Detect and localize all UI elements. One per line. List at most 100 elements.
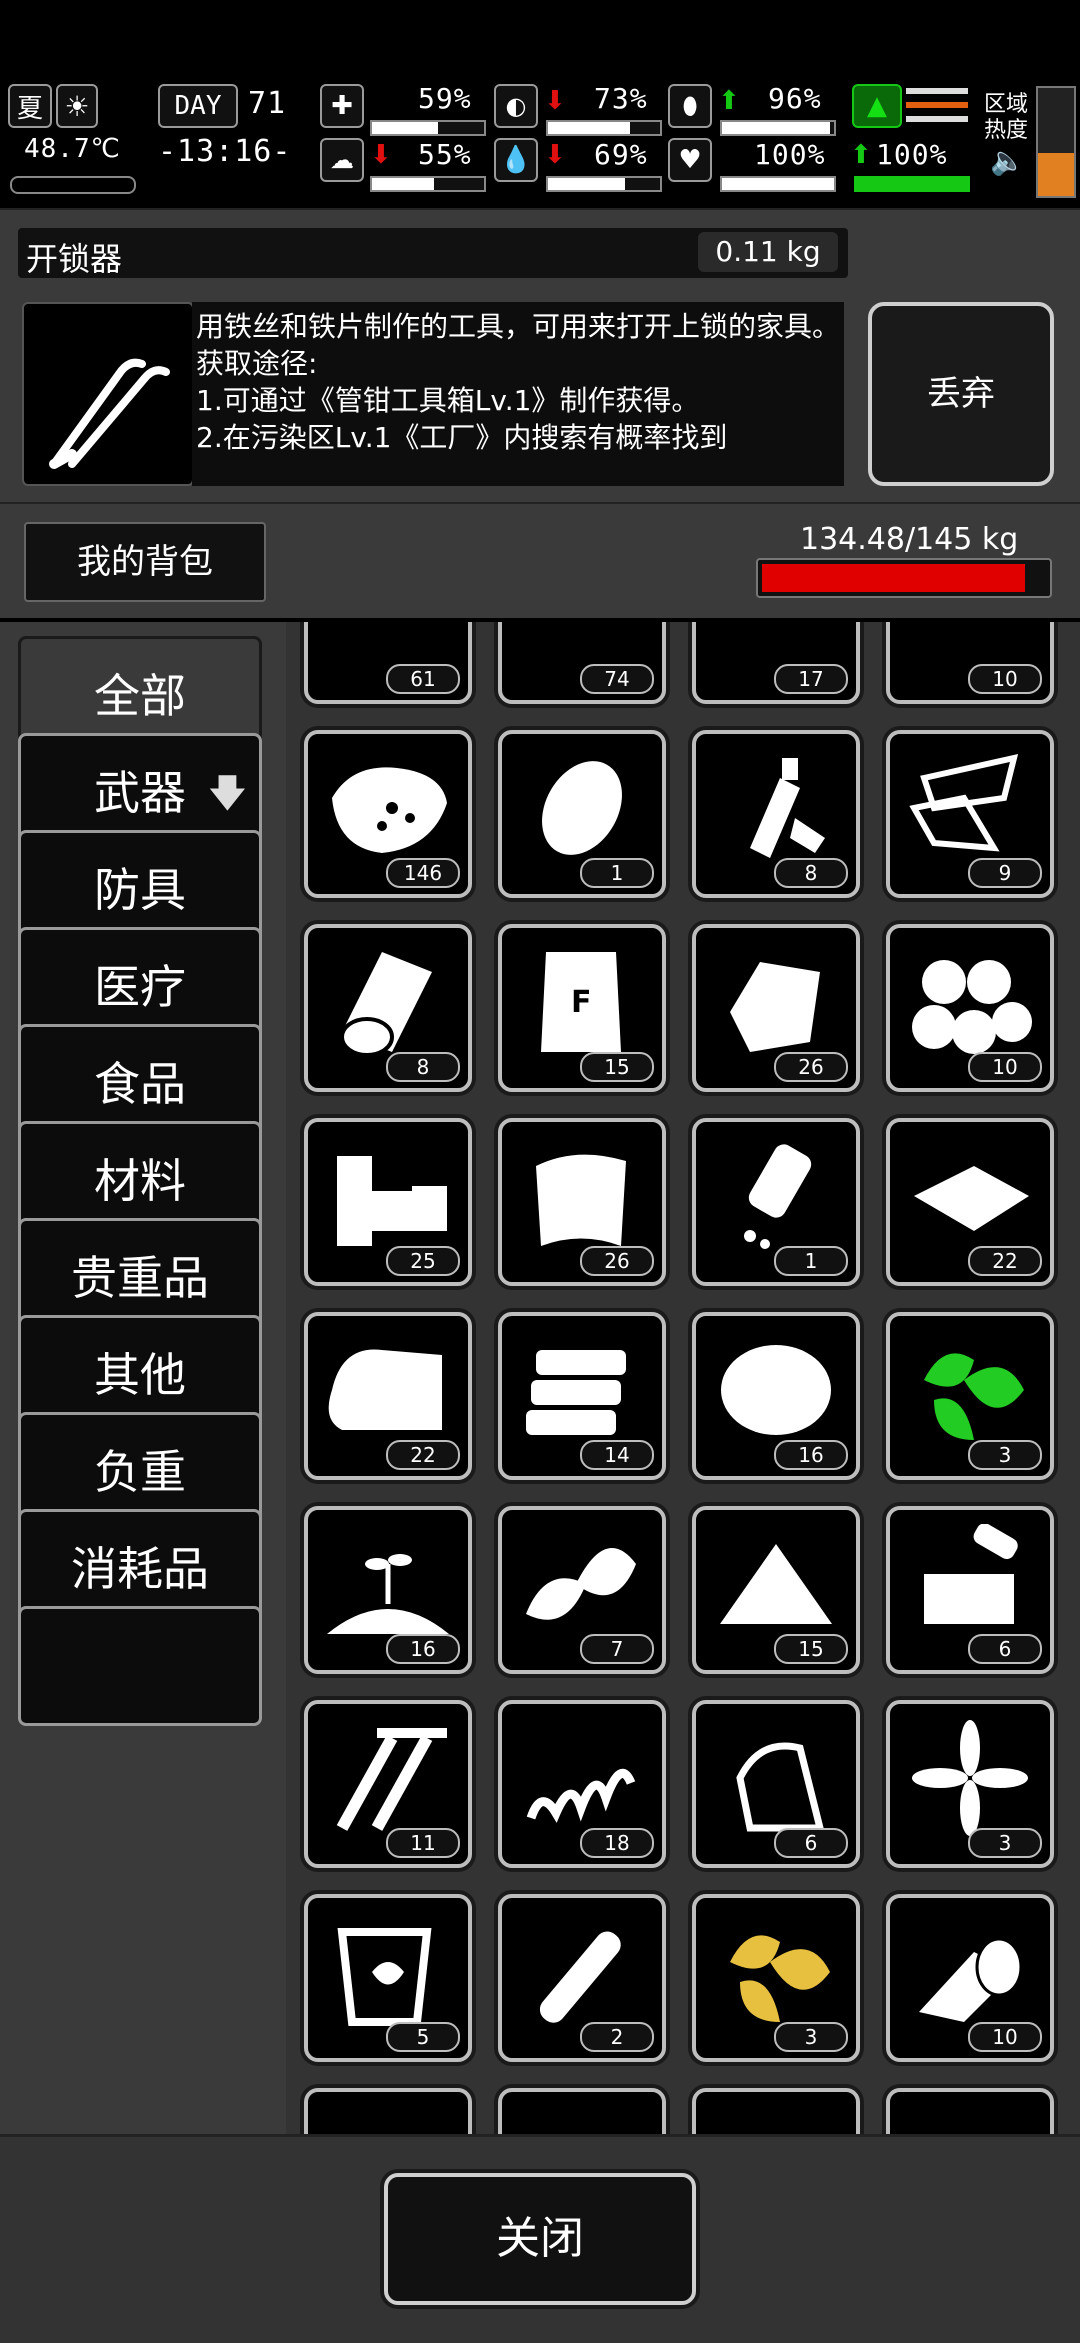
stat-fatigue-bar xyxy=(854,176,970,192)
item-count: 3 xyxy=(968,1440,1042,1470)
inventory-slot[interactable]: 9 xyxy=(886,730,1054,898)
inventory-slot[interactable]: 61 xyxy=(304,622,472,704)
stat-stamina-up-icon: ⬆ xyxy=(718,86,740,116)
item-count: 61 xyxy=(386,664,460,694)
inventory-slot[interactable]: 8 xyxy=(692,730,860,898)
inventory-slot[interactable]: 1 xyxy=(498,730,666,898)
inventory-slot[interactable]: 3 xyxy=(886,1700,1054,1868)
inventory-slot[interactable]: 16 xyxy=(692,1312,860,1480)
category-label: 食品 xyxy=(94,1057,186,1111)
discard-button[interactable]: 丢弃 xyxy=(868,302,1054,486)
inventory-slot[interactable]: 18 xyxy=(498,1700,666,1868)
medkit-icon: ✚ xyxy=(320,84,364,128)
category-label: 全部 xyxy=(94,669,186,723)
inventory-slot[interactable]: 3 xyxy=(692,1894,860,2062)
scrap-metal-icon xyxy=(710,942,842,1062)
iron-icon xyxy=(710,1718,842,1838)
inventory-slot[interactable] xyxy=(498,2088,666,2134)
electronic-parts-icon xyxy=(904,1523,1036,1644)
brain-icon: ☁ xyxy=(320,138,364,182)
item-detail-panel: 开锁器 0.11 kg 用铁丝和铁片制作的工具，可用来打开上锁的家具。 获取途径… xyxy=(0,208,1080,504)
area-heat-meter xyxy=(1036,86,1076,198)
backpack-title: 我的背包 xyxy=(24,522,266,602)
status-bar: 夏 ☀ 48.7℃ DAY 71 -13:16- ✚ 59% ☁ ⬇ 55% ◐… xyxy=(0,72,1080,202)
category-tab[interactable] xyxy=(18,1606,262,1726)
towel-icon xyxy=(322,1330,454,1450)
stat-stamina-bar xyxy=(720,120,836,136)
item-name-bar: 开锁器 0.11 kg xyxy=(18,228,848,278)
stat-fatigue-value: 100% xyxy=(876,138,948,171)
item-count: 26 xyxy=(774,1052,848,1082)
inventory-slot[interactable]: 8 xyxy=(304,924,472,1092)
item-count: 146 xyxy=(386,858,460,888)
potato-icon xyxy=(516,748,648,868)
stat-thirst-bar xyxy=(546,176,662,192)
stat-hunger-down-icon: ⬇ xyxy=(544,86,566,116)
stat-heart-bar xyxy=(720,176,836,192)
inventory-slot[interactable]: 25 xyxy=(304,1118,472,1286)
inventory-slot[interactable]: 22 xyxy=(304,1312,472,1480)
yellow-herb-icon xyxy=(710,1912,842,2032)
inventory-slot[interactable]: 17 xyxy=(692,622,860,704)
category-label: 消耗品 xyxy=(71,1542,209,1596)
category-label: 材料 xyxy=(94,1154,186,1208)
inventory-slot[interactable]: 11 xyxy=(304,1700,472,1868)
inventory-slot[interactable] xyxy=(886,2088,1054,2134)
rolled-paper-icon xyxy=(516,1912,648,2032)
speaker-icon[interactable]: 🔈 xyxy=(990,144,1025,177)
item-count: 16 xyxy=(386,1634,460,1664)
inventory-slot[interactable]: 146 xyxy=(304,730,472,898)
inventory-slot[interactable]: 10 xyxy=(886,1894,1054,2062)
stat-hunger-value: 73% xyxy=(594,82,648,115)
plastic-bottle-icon xyxy=(710,748,842,868)
inventory-slot[interactable]: 1 xyxy=(692,1118,860,1286)
herbal-jar-icon xyxy=(322,1912,454,2032)
item-icon xyxy=(322,2106,454,2134)
inventory-slot[interactable]: 74 xyxy=(498,622,666,704)
inventory-slot[interactable]: 22 xyxy=(886,1118,1054,1286)
item-count: 5 xyxy=(386,2022,460,2052)
bandage-roll-icon xyxy=(904,1912,1036,2032)
inventory-slot[interactable]: 10 xyxy=(886,924,1054,1092)
thermometer-icon xyxy=(10,176,136,194)
inventory-grid: 61 74 17 10 146 1 8 9 8 F 15 26 10 25 26 1 22 22 14 16 3 16 7 1… xyxy=(286,622,1080,2134)
item-count: 25 xyxy=(386,1246,460,1276)
item-count: 6 xyxy=(774,1828,848,1858)
powder-pile-icon xyxy=(710,1524,842,1644)
inventory-slot[interactable]: 26 xyxy=(692,924,860,1092)
inventory-slot[interactable]: 15 xyxy=(692,1506,860,1674)
water-drop-icon: 💧 xyxy=(494,138,538,182)
inventory-slot[interactable]: 10 xyxy=(886,622,1054,704)
backpack-load-bar xyxy=(756,558,1052,598)
inventory-slot[interactable]: 14 xyxy=(498,1312,666,1480)
bread-slices-icon xyxy=(516,1330,648,1450)
pill-icon: ⬮ xyxy=(668,84,712,128)
inventory-slot[interactable]: 7 xyxy=(498,1506,666,1674)
temperature-display: 48.7℃ xyxy=(8,132,120,172)
stat-mental-bar xyxy=(370,176,486,192)
spring-icon xyxy=(516,1718,648,1838)
inventory-slot[interactable]: 2 xyxy=(498,1894,666,2062)
lockpick-icon xyxy=(22,302,194,486)
stat-fatigue-up-icon: ⬆ xyxy=(850,140,872,170)
green-herb-icon xyxy=(904,1330,1036,1450)
stat-stamina-value: 96% xyxy=(768,82,822,115)
stomach-icon: ◐ xyxy=(494,84,538,128)
flower-icon xyxy=(904,1718,1036,1838)
inventory-slot[interactable]: 6 xyxy=(886,1506,1054,1674)
inventory-slot[interactable]: 5 xyxy=(304,1894,472,2062)
inventory-slot[interactable]: 26 xyxy=(498,1118,666,1286)
inventory-slot[interactable]: 16 xyxy=(304,1506,472,1674)
inventory-slot[interactable]: 6 xyxy=(692,1700,860,1868)
category-label: 防具 xyxy=(94,863,186,917)
close-button[interactable]: 关闭 xyxy=(384,2173,696,2305)
stat-line xyxy=(906,102,968,108)
inventory-slot[interactable] xyxy=(304,2088,472,2134)
item-count: 15 xyxy=(580,1052,654,1082)
inventory-slot[interactable] xyxy=(692,2088,860,2134)
inventory-slot[interactable]: F 15 xyxy=(498,924,666,1092)
inventory-slot[interactable]: 3 xyxy=(886,1312,1054,1480)
item-count: 2 xyxy=(580,2022,654,2052)
soil-sprout-icon xyxy=(322,1524,454,1644)
heart-icon: ♥ xyxy=(668,138,712,182)
